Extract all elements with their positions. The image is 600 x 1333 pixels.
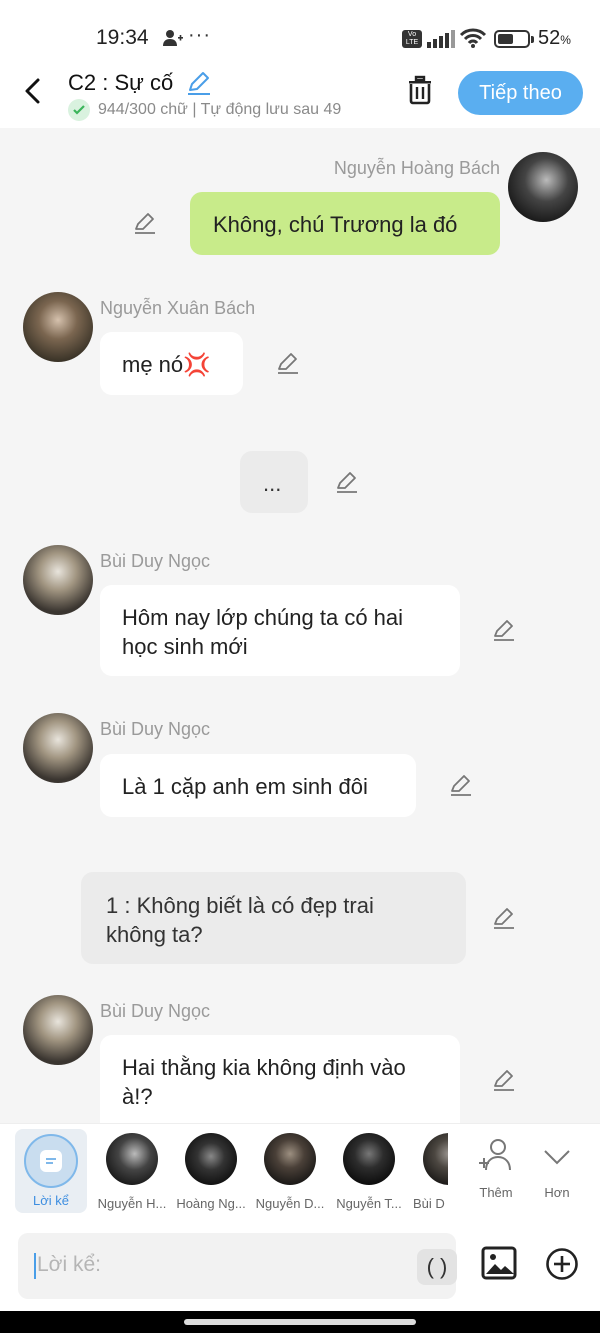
more-label: Hơn bbox=[544, 1185, 570, 1200]
avatar[interactable] bbox=[23, 292, 93, 362]
message-bubble[interactable]: Là 1 cặp anh em sinh đôi bbox=[100, 754, 416, 817]
autosave-status: 944/300 chữ | Tự động lưu sau 49 bbox=[68, 99, 341, 121]
battery-level bbox=[498, 34, 513, 44]
signal-icon bbox=[427, 30, 455, 48]
character-name: Nguyễn T... bbox=[336, 1196, 402, 1211]
character-item[interactable]: Nguyễn T... bbox=[331, 1133, 407, 1211]
edit-pencil-icon[interactable] bbox=[492, 618, 516, 642]
message-text-line: à!? bbox=[122, 1084, 153, 1109]
narration-bubble[interactable]: ... bbox=[240, 451, 308, 513]
avatar bbox=[343, 1133, 395, 1185]
add-character-icon bbox=[479, 1139, 511, 1171]
narration-mode-button[interactable]: Lời kể bbox=[15, 1129, 87, 1213]
plus-circle-icon[interactable] bbox=[545, 1247, 579, 1281]
avatar[interactable] bbox=[23, 995, 93, 1065]
sender-name: Bùi Duy Ngọc bbox=[100, 719, 211, 739]
next-button[interactable]: Tiếp theo bbox=[458, 71, 583, 115]
chevron-down-icon bbox=[544, 1150, 570, 1165]
edit-pencil-icon[interactable] bbox=[186, 70, 212, 96]
narration-icon bbox=[24, 1134, 78, 1188]
edit-pencil-icon[interactable] bbox=[492, 906, 516, 930]
person-plus-icon bbox=[163, 30, 183, 46]
add-character-button[interactable]: Thêm bbox=[466, 1136, 526, 1200]
edit-pencil-icon[interactable] bbox=[133, 211, 157, 235]
wifi-icon bbox=[459, 28, 487, 48]
avatar bbox=[106, 1133, 158, 1185]
message-bubble[interactable]: mẹ nó💢 bbox=[100, 332, 243, 395]
word-count-text: 944/300 chữ | Tự động lưu sau 49 bbox=[98, 101, 342, 118]
character-item[interactable]: Bùi D bbox=[410, 1133, 448, 1211]
status-dots: ··· bbox=[188, 24, 211, 46]
status-time: 19:34 bbox=[96, 26, 149, 49]
narration-input[interactable]: Lời kể: ( ) bbox=[18, 1233, 457, 1299]
avatar bbox=[185, 1133, 237, 1185]
message-text: Là 1 cặp anh em sinh đôi bbox=[122, 774, 368, 799]
avatar[interactable] bbox=[23, 713, 93, 783]
message-text-line: Hôm nay lớp chúng ta có hai bbox=[122, 605, 404, 630]
back-arrow-icon[interactable] bbox=[18, 74, 48, 108]
character-name: Bùi D bbox=[413, 1196, 445, 1211]
avatar bbox=[264, 1133, 316, 1185]
message-text-line: không ta? bbox=[106, 922, 203, 947]
text-cursor bbox=[34, 1253, 36, 1279]
status-bar: 19:34 ··· Vo LTE 52% bbox=[0, 0, 600, 62]
edit-pencil-icon[interactable] bbox=[276, 351, 300, 375]
character-selector: Lời kể Nguyễn H... Hoàng Ng... Nguyễn D.… bbox=[0, 1123, 600, 1221]
narration-bubble[interactable]: 1 : Không biết là có đẹp trai không ta? bbox=[81, 872, 466, 964]
home-indicator[interactable] bbox=[184, 1319, 416, 1325]
sender-name: Bùi Duy Ngọc bbox=[100, 551, 211, 571]
avatar[interactable] bbox=[23, 545, 93, 615]
check-icon bbox=[68, 99, 90, 121]
message-bubble[interactable]: Không, chú Trương la đó bbox=[190, 192, 500, 255]
edit-pencil-icon[interactable] bbox=[449, 773, 473, 797]
message-text: Không, chú Trương la đó bbox=[213, 212, 458, 237]
avatar bbox=[423, 1133, 448, 1185]
battery-percent: 52% bbox=[538, 27, 571, 49]
system-nav-bar bbox=[0, 1311, 600, 1333]
narration-label: Lời kể bbox=[33, 1193, 69, 1208]
message-text-line: học sinh mới bbox=[122, 634, 248, 659]
message-bubble[interactable]: Hôm nay lớp chúng ta có hai học sinh mới bbox=[100, 585, 460, 676]
character-item[interactable]: Nguyễn H... bbox=[94, 1133, 170, 1211]
sender-name: Bùi Duy Ngọc bbox=[100, 1001, 211, 1021]
edit-pencil-icon[interactable] bbox=[335, 470, 359, 494]
message-text: ... bbox=[263, 471, 282, 496]
character-name: Nguyễn H... bbox=[97, 1196, 167, 1211]
character-name: Nguyễn D... bbox=[255, 1196, 325, 1211]
volte-badge: Vo LTE bbox=[402, 30, 422, 48]
avatar[interactable] bbox=[508, 152, 578, 222]
trash-icon[interactable] bbox=[404, 74, 436, 106]
message-bubble[interactable]: Hai thằng kia không định vào à!? bbox=[100, 1035, 460, 1123]
character-item[interactable]: Hoàng Ng... bbox=[173, 1133, 249, 1211]
battery-icon bbox=[494, 30, 534, 48]
edit-pencil-icon[interactable] bbox=[492, 1068, 516, 1092]
input-placeholder: Lời kể: bbox=[37, 1253, 101, 1276]
more-button[interactable]: Hơn bbox=[527, 1136, 587, 1200]
image-icon[interactable] bbox=[481, 1245, 517, 1281]
parentheses-button[interactable]: ( ) bbox=[417, 1249, 457, 1285]
message-text-line: Hai thằng kia không định vào bbox=[122, 1055, 406, 1080]
sender-name: Nguyễn Hoàng Bách bbox=[333, 158, 500, 178]
message-text: mẹ nó💢 bbox=[122, 352, 211, 377]
narration-icon-inner bbox=[40, 1150, 62, 1172]
character-name: Hoàng Ng... bbox=[176, 1196, 246, 1211]
chapter-title[interactable]: C2 : Sự cố bbox=[68, 70, 173, 96]
message-text-line: 1 : Không biết là có đẹp trai bbox=[106, 893, 374, 918]
app-header: C2 : Sự cố 944/300 chữ | Tự động lưu sau… bbox=[0, 62, 600, 128]
input-bar: Lời kể: ( ) bbox=[0, 1221, 600, 1311]
character-item[interactable]: Nguyễn D... bbox=[252, 1133, 328, 1211]
sender-name: Nguyễn Xuân Bách bbox=[100, 298, 256, 318]
add-label: Thêm bbox=[479, 1185, 513, 1200]
